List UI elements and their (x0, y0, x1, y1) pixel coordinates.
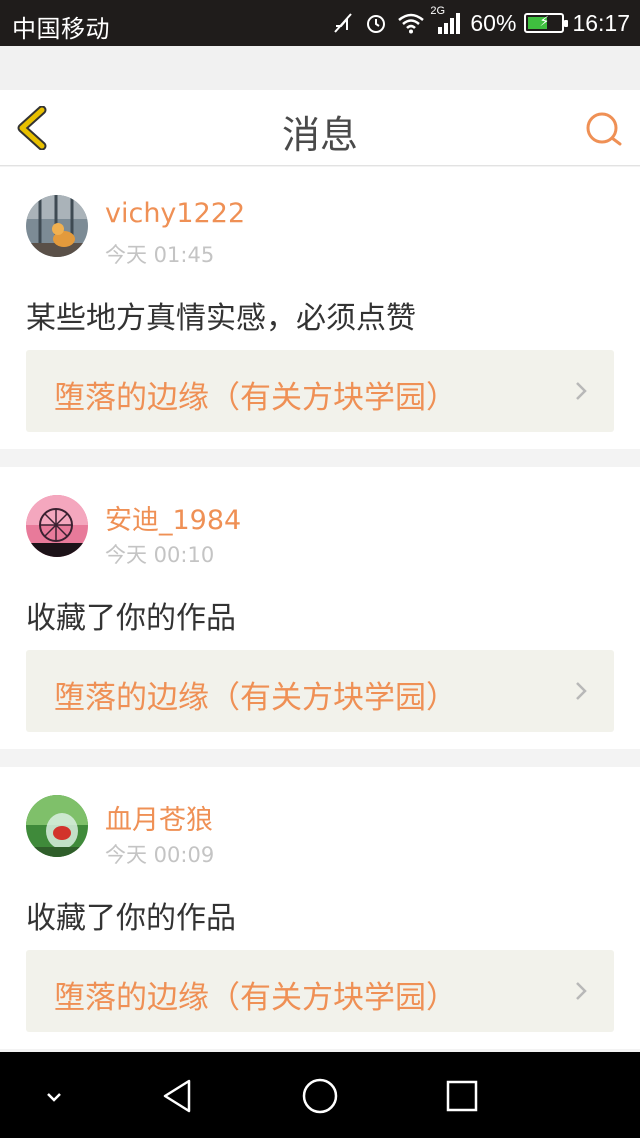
status-icons: 2G 60% ⚡ 16:17 (332, 0, 630, 46)
alarm-icon (364, 11, 388, 35)
avatar[interactable] (26, 795, 88, 857)
chevron-down-icon (47, 1093, 61, 1102)
work-title: 堕落的边缘（有关方块学园） (54, 380, 457, 416)
timestamp: 今天 01:45 (105, 243, 215, 267)
search-icon (586, 112, 622, 146)
message-card: 血月苍狼 今天 00:09 收藏了你的作品 堕落的边缘（有关方块学园） (0, 767, 640, 1049)
system-nav-bar (0, 1052, 640, 1138)
chevron-right-icon (576, 382, 587, 400)
username[interactable]: 安迪_1984 (105, 498, 241, 537)
message-text: 收藏了你的作品 (26, 901, 236, 936)
avatar[interactable] (26, 495, 88, 557)
chevron-right-icon (576, 982, 587, 1000)
carrier-name: 中国移动 (12, 16, 110, 43)
work-title: 堕落的边缘（有关方块学园） (54, 680, 457, 716)
nav-recents-button[interactable] (440, 1074, 484, 1118)
message-card: 安迪_1984 今天 00:10 收藏了你的作品 堕落的边缘（有关方块学园） (0, 467, 640, 749)
back-triangle-icon (163, 1079, 191, 1113)
work-link[interactable]: 堕落的边缘（有关方块学园） (26, 950, 614, 1032)
status-bar: 中国移动 2G 60% ⚡ 16:17 (0, 0, 640, 46)
username[interactable]: vichy1222 (105, 198, 245, 229)
network-type-label: 2G (430, 5, 446, 17)
search-button[interactable] (584, 110, 624, 150)
avatar[interactable] (26, 195, 88, 257)
work-link[interactable]: 堕落的边缘（有关方块学园） (26, 350, 614, 432)
mute-icon (332, 11, 356, 35)
message-card: vichy1222 今天 01:45 某些地方真情实感，必须点赞 堕落的边缘（有… (0, 167, 640, 449)
work-link[interactable]: 堕落的边缘（有关方块学园） (26, 650, 614, 732)
clock: 16:17 (572, 9, 630, 36)
home-circle-icon (302, 1078, 338, 1114)
work-title: 堕落的边缘（有关方块学园） (54, 980, 457, 1016)
nav-back-button[interactable] (156, 1074, 200, 1118)
timestamp: 今天 00:10 (105, 543, 215, 567)
signal-icon: 2G (430, 5, 462, 35)
header-bar: 消息 (0, 90, 640, 166)
wifi-icon (396, 11, 426, 35)
page-title: 消息 (281, 113, 358, 157)
battery-percent: 60% (470, 9, 517, 36)
nav-home-button[interactable] (298, 1074, 342, 1118)
top-spacer (0, 46, 640, 90)
message-text: 收藏了你的作品 (26, 601, 236, 636)
battery-icon: ⚡ (524, 13, 569, 33)
username[interactable]: 血月苍狼 (105, 798, 213, 837)
recents-square-icon (446, 1080, 478, 1112)
hide-keyboard-button[interactable] (32, 1074, 76, 1118)
charging-bolt-icon: ⚡ (539, 13, 550, 29)
message-text: 某些地方真情实感，必须点赞 (26, 301, 416, 336)
timestamp: 今天 00:09 (105, 843, 215, 867)
chevron-right-icon (576, 682, 587, 700)
